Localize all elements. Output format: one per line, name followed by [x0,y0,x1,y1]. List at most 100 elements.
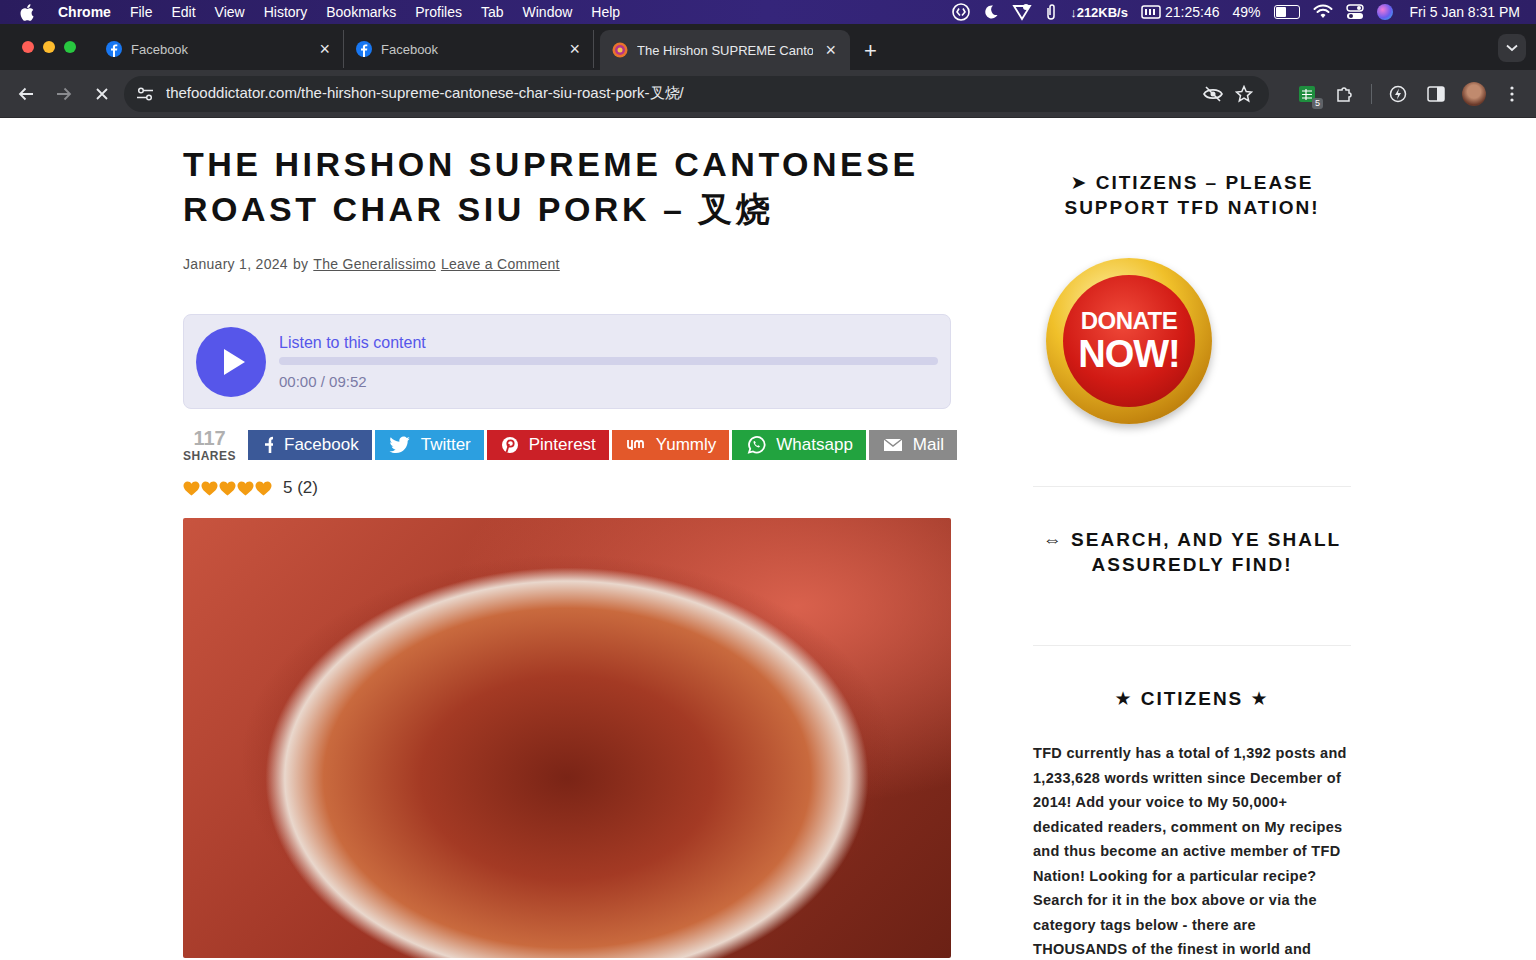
heart-icon[interactable] [237,481,254,496]
author-link[interactable]: The Generalissimo [313,256,436,272]
menu-button[interactable] [1496,78,1528,110]
donate-button[interactable]: DONATENOW! [1046,258,1212,424]
share-count: 117SHARES [183,428,236,462]
chevron-down-icon [1506,44,1518,52]
url-text[interactable]: thefooddictator.com/the-hirshon-supreme-… [166,84,1191,103]
stop-icon [95,87,109,101]
extensions-button[interactable] [1329,78,1361,110]
menu-item[interactable]: Window [523,4,573,20]
play-icon [222,348,246,376]
new-tab-button[interactable]: + [850,32,891,70]
menu-bar: Chrome File Edit View History Bookmarks Profil… [0,0,1536,24]
audio-player: Listen to this content00:00 / 09:52 [183,314,951,409]
share-button[interactable]: Whatsapp [732,430,866,460]
paperclip-icon[interactable] [1045,3,1057,21]
player-time: 00:00 / 09:52 [279,373,938,390]
menu-item[interactable]: Profiles [415,4,462,20]
browser-tab[interactable]: Facebook × [344,30,594,68]
timer[interactable]: 21:25:46 [1141,4,1220,20]
browser-tab[interactable]: The Hirshon SUPREME Canto × [600,30,850,70]
heart-icon[interactable] [183,481,200,496]
shazam-icon[interactable] [952,3,970,21]
facebook-icon [262,436,274,454]
tab-title: The Hirshon SUPREME Canto [637,43,813,58]
performance-button[interactable] [1382,78,1414,110]
battery-icon[interactable] [1274,5,1300,19]
share-button[interactable]: Facebook [248,430,372,460]
share-button[interactable]: Twitter [375,430,484,460]
star-icon[interactable] [1235,85,1253,103]
article-photo [183,518,951,958]
comment-link[interactable]: Leave a Comment [441,256,560,272]
control-center-icon[interactable] [1346,4,1364,20]
facebook-favicon-icon [356,41,372,57]
share-button[interactable]: Yummly [612,430,729,460]
eye-off-icon[interactable] [1203,86,1223,102]
menu-item[interactable]: Help [591,4,620,20]
menu-item[interactable]: Tab [481,4,504,20]
close-tab-button[interactable]: × [566,40,583,58]
clock[interactable]: Fri 5 Jan 8:31 PM [1410,4,1521,20]
apple-icon[interactable] [20,3,36,22]
support-heading: ➤ CITIZENS – PLEASE SUPPORT TFD NATION! [1033,170,1351,220]
profile-avatar[interactable] [1462,82,1486,106]
address-bar[interactable]: thefooddictator.com/the-hirshon-supreme-… [124,76,1269,112]
menu-item[interactable]: History [264,4,308,20]
site-settings-icon[interactable] [136,86,154,102]
menu-item[interactable]: Bookmarks [326,4,396,20]
screen: Chrome File Edit View History Bookmarks Profil… [0,0,1536,960]
browser-tab[interactable]: Facebook × [94,30,344,68]
share-button[interactable]: Pinterest [487,430,609,460]
moon-icon[interactable] [983,4,999,20]
puzzle-icon [1336,85,1354,103]
extension-button[interactable]: 5 [1291,78,1323,110]
window-controls [0,24,94,70]
forward-button[interactable] [48,78,80,110]
citizens-heading: ★ CITIZENS ★ [1033,686,1351,711]
share-bar: 117SHARES FacebookTwitterPinterestYummlyW… [183,428,951,462]
back-button[interactable] [10,78,42,110]
menu-item[interactable]: Edit [171,4,195,20]
menu-item[interactable]: View [215,4,245,20]
rating-reading: 5 (2) [283,478,318,498]
by-label: by [293,256,308,272]
close-tab-button[interactable]: × [822,41,839,59]
battery-reading: 49% [1232,4,1260,20]
arrow-left-icon [18,86,34,102]
wifi-icon[interactable] [1313,4,1333,20]
article-title: THE HIRSHON SUPREME CANTONESE ROAST CHAR… [183,142,951,232]
article-meta: January 1, 2024 by The Generalissimo Leave … [183,256,951,272]
arrow-right-icon [56,86,72,102]
tab-title: Facebook [131,42,307,57]
heart-icon[interactable] [201,481,218,496]
play-button[interactable] [196,327,266,397]
plate [223,538,911,958]
side-panel-button[interactable] [1420,78,1452,110]
share-button[interactable]: Mail [869,430,957,460]
close-window-button[interactable] [22,41,34,53]
siri-icon[interactable] [1377,4,1393,20]
tab-title: Facebook [381,42,557,57]
minimize-window-button[interactable] [43,41,55,53]
more-vertical-icon [1510,86,1514,102]
lightning-circle-icon [1389,85,1407,103]
close-tab-button[interactable]: × [316,40,333,58]
tab-search-button[interactable] [1498,34,1526,62]
heart-icon[interactable] [255,481,272,496]
web-page: THE HIRSHON SUPREME CANTONESE ROAST CHAR… [0,118,1536,960]
progress-track[interactable] [279,357,938,365]
zoom-window-button[interactable] [64,41,76,53]
reload-button[interactable] [86,78,118,110]
app-menu[interactable]: Chrome [58,4,111,20]
post-date: January 1, 2024 [183,256,288,272]
article: THE HIRSHON SUPREME CANTONESE ROAST CHAR… [183,118,951,960]
heart-icon[interactable] [219,481,236,496]
menu-item[interactable]: File [130,4,153,20]
extension-badge: 5 [1312,98,1323,109]
toolbar: thefooddictator.com/the-hirshon-supreme-… [0,70,1536,118]
facebook-favicon-icon [106,41,122,57]
battery-fill [1276,7,1287,17]
divider [1033,486,1351,487]
divider [1033,645,1351,646]
vpn-icon[interactable] [1012,3,1032,21]
